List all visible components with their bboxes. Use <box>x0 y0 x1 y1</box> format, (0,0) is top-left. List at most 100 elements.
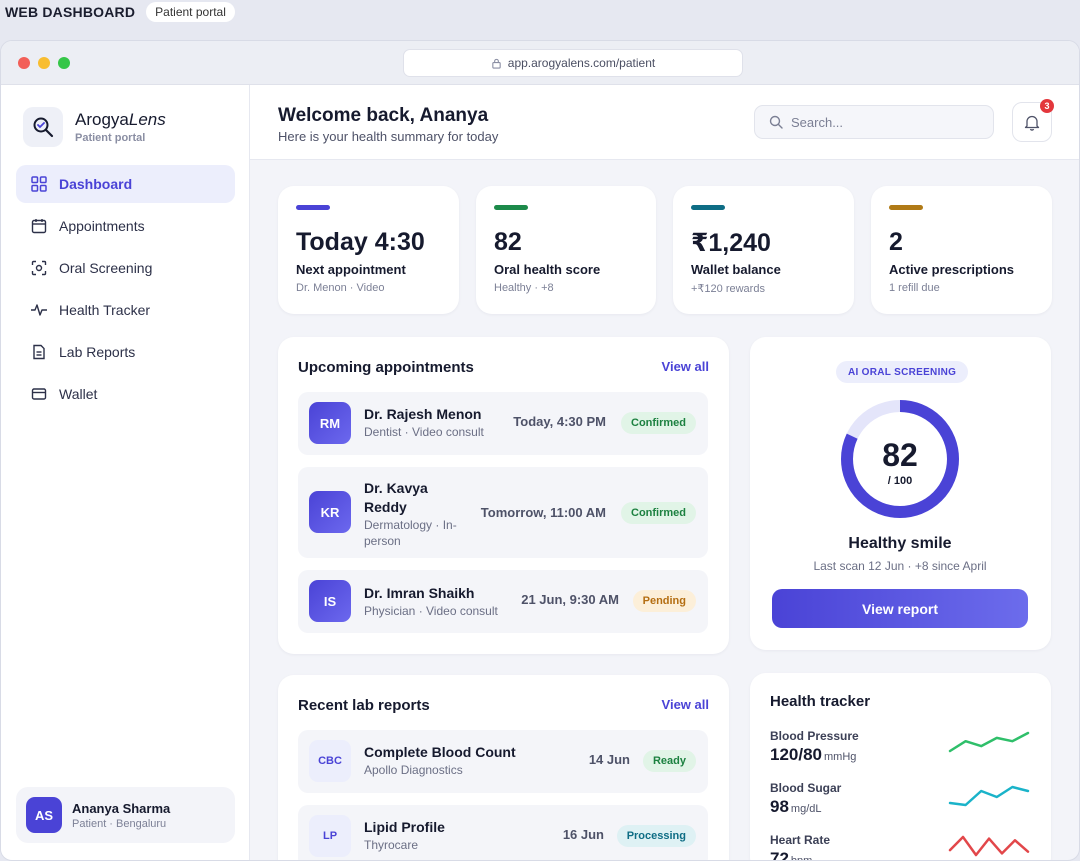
stat-value: 82 <box>494 228 522 256</box>
status-badge: Processing <box>616 825 696 847</box>
doctor-name: Dr. Imran Shaikh <box>364 585 475 601</box>
stat-subtext: +₹120 rewards <box>691 283 765 295</box>
oral-screening-card: AI ORAL SCREENING 82 / 100 Healthy smile… <box>750 337 1051 650</box>
browser-window: app.arogyalens.com/patient ArogyaLens Pa… <box>0 40 1080 861</box>
doctor-avatar: RM <box>309 402 351 444</box>
appointment-row[interactable]: KR Dr. Kavya Reddy Dermatology · In-pers… <box>298 467 708 558</box>
stat-card-wallet-balance[interactable]: ₹1,240 Wallet balance +₹120 rewards <box>673 186 854 314</box>
close-window-button[interactable] <box>18 57 30 69</box>
metric-heart-rate[interactable]: Heart Rate 72 bpm <box>770 833 831 860</box>
metric-label: Blood Pressure <box>770 729 859 743</box>
sparkline-trend-line <box>948 835 1030 857</box>
report-date: 16 Jun <box>562 827 604 842</box>
screening-result-subtitle: Last scan 12 Jun · +8 since April <box>813 559 987 573</box>
notifications-button[interactable]: 3 <box>1012 99 1054 142</box>
metric-label: Heart Rate <box>770 833 831 847</box>
metric-unit: mg/dL <box>790 803 822 815</box>
top-strip: WEB DASHBOARD Patient portal <box>0 0 1080 24</box>
stat-card-prescriptions[interactable]: 2 Active prescriptions 1 refill due <box>871 186 1052 314</box>
stat-card-oral-health[interactable]: 82 Oral health score Healthy · +8 <box>476 186 656 314</box>
doctor-specialty: Dentist · Video consult <box>364 425 484 439</box>
page-header: Welcome back, Ananya Here is your health… <box>250 85 1079 160</box>
score-max: / 100 <box>887 475 913 487</box>
report-code-badge: LP <box>309 815 351 857</box>
appointment-time: 21 Jun, 9:30 AM <box>521 592 619 607</box>
appointments-card: Upcoming appointments View all RM Dr. Ra… <box>278 337 729 654</box>
metric-label: Blood Sugar <box>770 781 842 795</box>
report-lab: Apollo Diagnostics <box>364 763 463 777</box>
wallet-icon <box>30 385 48 403</box>
stat-value: 2 <box>889 228 903 256</box>
sidebar: ArogyaLens Patient portal Dashboard Appo… <box>1 85 250 860</box>
appointment-time: Tomorrow, 11:00 AM <box>480 505 606 520</box>
sidebar-item-label: Appointments <box>59 218 145 234</box>
user-location: Patient · Bengaluru <box>72 817 167 830</box>
metric-value: 72 bpm <box>770 849 830 860</box>
sparkline-trend-line <box>948 731 1030 753</box>
brand-name: ArogyaLens <box>75 110 166 129</box>
report-name: Complete Blood Count <box>364 744 516 760</box>
sidebar-item-label: Wallet <box>59 386 98 402</box>
scan-icon <box>30 259 48 277</box>
appointment-time: Today, 4:30 PM <box>513 414 606 429</box>
status-badge: Confirmed <box>621 412 696 434</box>
doctor-name: Dr. Kavya Reddy <box>364 480 428 515</box>
lab-report-row[interactable]: CBC Complete Blood Count Apollo Diagnost… <box>298 730 708 793</box>
status-badge: Pending <box>632 590 696 612</box>
lab-report-row[interactable]: LP Lipid Profile Thyrocare 16 Jun Proces… <box>298 805 708 860</box>
sidebar-item-label: Dashboard <box>59 176 133 192</box>
metric-blood-pressure[interactable]: Blood Pressure 120/80 mmHg <box>770 729 859 765</box>
stat-value: ₹1,240 <box>691 229 771 257</box>
sidebar-item-appointments[interactable]: Appointments <box>16 207 235 245</box>
sidebar-item-label: Lab Reports <box>59 344 136 360</box>
stat-label: Active prescriptions <box>889 262 1014 277</box>
stat-accent-bar <box>691 205 725 210</box>
user-card[interactable]: AS Ananya Sharma Patient · Bengaluru <box>16 787 235 843</box>
stat-label: Oral health score <box>494 262 601 277</box>
doctor-avatar: KR <box>309 491 351 533</box>
metric-blood-sugar[interactable]: Blood Sugar 98 mg/dL <box>770 781 841 817</box>
url-text: app.arogyalens.com/patient <box>507 56 656 70</box>
health-tracker-title: Health tracker <box>770 693 871 710</box>
view-report-button[interactable]: View report <box>772 589 1028 628</box>
calendar-icon <box>30 217 48 235</box>
stat-label: Wallet balance <box>691 262 781 277</box>
appointments-title: Upcoming appointments <box>298 359 474 376</box>
appointment-row[interactable]: RM Dr. Rajesh Menon Dentist · Video cons… <box>298 392 708 455</box>
magnifier-tooth-icon <box>33 117 54 138</box>
sidebar-item-oral-screening[interactable]: Oral Screening <box>16 249 235 287</box>
browser-titlebar: app.arogyalens.com/patient <box>1 41 1079 85</box>
appointment-row[interactable]: IS Dr. Imran Shaikh Physician · Video co… <box>298 570 708 633</box>
maximize-window-button[interactable] <box>58 57 70 69</box>
metric-value: 98 mg/dL <box>770 797 822 816</box>
sparkline-trend-line <box>948 785 1030 807</box>
search-input[interactable]: Search... <box>754 105 994 139</box>
sidebar-item-dashboard[interactable]: Dashboard <box>16 165 235 203</box>
sidebar-item-health-tracker[interactable]: Health Tracker <box>16 291 235 329</box>
sidebar-item-wallet[interactable]: Wallet <box>16 375 235 413</box>
search-placeholder: Search... <box>791 114 844 130</box>
avatar: AS <box>26 797 62 833</box>
brand[interactable]: ArogyaLens Patient portal <box>23 107 166 147</box>
heart-rate-sparkline <box>948 835 1030 857</box>
url-bar[interactable]: app.arogyalens.com/patient <box>403 49 743 77</box>
window-controls <box>18 57 70 69</box>
user-name: Ananya Sharma <box>72 800 171 816</box>
brand-logo <box>23 107 63 147</box>
sidebar-item-label: Oral Screening <box>59 260 153 276</box>
health-tracker-card: Health tracker Blood Pressure 120/80 mmHg… <box>750 673 1051 860</box>
sidebar-item-lab-reports[interactable]: Lab Reports <box>16 333 235 371</box>
doctor-specialty: Dermatology · In-person <box>364 518 457 548</box>
lab-reports-view-all-link[interactable]: View all <box>662 697 709 712</box>
stat-value: Today 4:30 <box>296 228 425 256</box>
portal-pill: Patient portal <box>146 2 235 22</box>
report-lab: Thyrocare <box>364 838 419 852</box>
stat-accent-bar <box>296 205 330 210</box>
appointments-view-all-link[interactable]: View all <box>662 359 709 374</box>
minimize-window-button[interactable] <box>38 57 50 69</box>
stat-subtext: Healthy · +8 <box>494 282 554 294</box>
blood-sugar-sparkline <box>948 785 1030 807</box>
stat-card-next-appointment[interactable]: Today 4:30 Next appointment Dr. Menon · … <box>278 186 459 314</box>
app-label: WEB DASHBOARD <box>5 4 136 20</box>
document-icon <box>30 343 48 361</box>
